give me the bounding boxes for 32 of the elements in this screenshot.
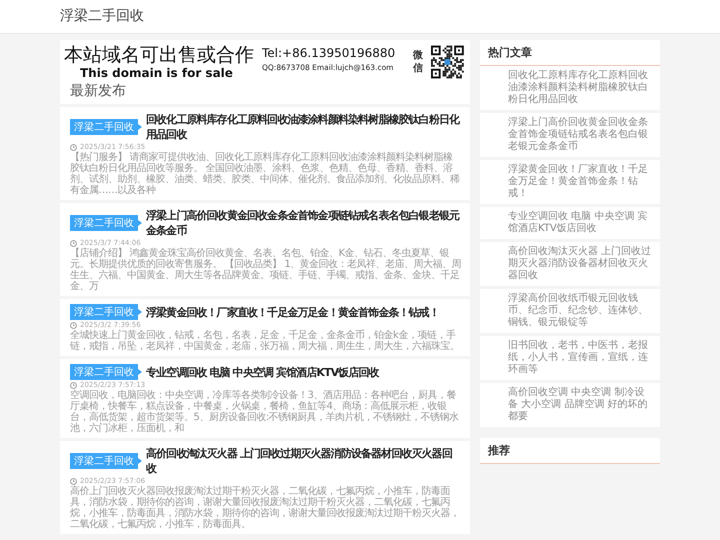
hot-article-link[interactable]: 浮梁高价回收纸币银元回收钱币、纪念币、纪念钞、连体钞、铜钱、银元银锭等 <box>480 289 660 336</box>
clock-icon <box>70 240 77 246</box>
hot-article-link[interactable]: 回收化工原料库存化工原料回收油漆涂料颜料染料树脂橡胶钛白粉日化用品回收 <box>480 66 660 113</box>
article-title[interactable]: 高价回收淘汰灭火器 上门回收过期灭火器消防设备器材回收灭火器回收 <box>146 446 462 476</box>
qr-code-icon <box>431 45 464 79</box>
hot-article-link[interactable]: 浮梁黄金回收！厂家直收！千足金万足金！黄金首饰金条！钻戒！ <box>480 160 660 207</box>
hot-article-link[interactable]: 旧书回收，老书，中医书，老报纸，小人书，宣传画，宣纸，连环画等 <box>480 336 660 383</box>
hot-article-link[interactable]: 高价回收淘汰灭火器 上门回收过期灭火器消防设备器材回收灭火器回收 <box>480 242 660 289</box>
clock-icon <box>70 322 77 328</box>
banner-subline: This domain is for sale <box>80 66 234 80</box>
banner-headline: 本站域名可出售或合作 <box>64 44 254 66</box>
hot-article-link[interactable]: 浮梁上门高价回收黄金回收金条金首饰金项链钻戒名表名包白银老银元金条金币 <box>480 113 660 160</box>
panel-heading: 热门文章 <box>480 40 660 66</box>
section-heading: 最新发布 <box>60 82 470 104</box>
article-title[interactable]: 浮梁上门高价回收黄金回收金条金首饰金项链钻戒名表名包白银老银元金条金币 <box>146 208 462 238</box>
hot-article-link[interactable]: 专业空调回收 电脑 中央空调 宾馆酒店KTV饭店回收 <box>480 207 660 242</box>
article-excerpt: 空调回收，电脑回收：中央空调，冷库等各类制冷设备！3、酒店用品：各种吧台，厨具，餐厅桌椅，快餐车，糕点设备，中餐桌，火锅桌，餐椅，鱼缸等4、商场：高低展示柜，收银台，高低货架，超市货架等。5、厨房设备回收:不锈钢厨具，羊肉片机，不锈钢灶，不锈钢水池，六门冰柜，压面机，和 <box>70 390 460 434</box>
clock-icon <box>70 478 77 484</box>
article-title[interactable]: 回收化工原料库存化工原料回收油漆涂料颜料染料树脂橡胶钛白粉日化用品回收 <box>146 112 462 142</box>
site-title[interactable]: 浮梁二手回收 <box>60 0 144 33</box>
clock-icon <box>70 382 77 388</box>
article-excerpt: 高价上门回收灭火器回收报废淘汰过期干粉灭火器，二氧化碳，七氟丙烷，小推车，防毒面具，消防水袋，期待你的咨询，谢谢大量回收报废淘汰过期干粉灭火器，二氧化碳，七氟丙烷，小推车，防毒面具，消防水袋，期待你的咨询，谢谢大量回收报废淘汰过期干粉灭火器，二氧化碳，七氟丙烷，小推车，防毒面具。 <box>70 486 460 530</box>
article-excerpt: 【热门服务】 请商家可提供收油、回收化工原料库存化工原料回收油漆涂料颜料染料树脂橡胶钛白粉日化用品回收等服务。 全国回收油墨、涂料、色浆、色精、色母、香精、香料、溶剂、试剂、助剂、橡胶、油类、蜡类、胶类、中间体、催化剂、食品添加剂、化妆品原料、稀有金属……以及各种 <box>70 152 460 196</box>
article-title[interactable]: 专业空调回收 电脑 中央空调 宾馆酒店KTV饭店回收 <box>146 364 462 380</box>
clock-icon <box>70 144 77 150</box>
article-excerpt: 全城快速上门黄金回收，钻戒，名包，名表，足金，千足金，金条金币，铂金k金，项链，手链，戒指，吊坠，老凤祥，中国黄金，老庙，张万福，周大福，周生生，周大生，六福珠宝。 <box>70 330 460 352</box>
panel-heading: 推荐 <box>480 438 660 464</box>
wechat-label: 微信 <box>413 49 424 75</box>
hot-article-link[interactable]: 高价回收空调 中央空调 制冷设备 大小空调 品牌空调 好的坏的都要 <box>480 383 660 430</box>
article-title[interactable]: 浮梁黄金回收！厂家直收！千足金万足金！黄金首饰金条！钻戒！ <box>146 304 462 320</box>
article-excerpt: 【店铺介绍】 鸿鑫黄金珠宝高价回收黄金、名表、名包、铂金、K金、钻石、冬虫夏草、银元。长期提供优质的回收寄售服务。 【回收品类】 1、黄金回收：老凤祥、老庙、周大福、周生生、六福、中国黄金、周大生等各品牌黄金。项链、手链、手镯、戒指、金条、金块、千足金、万 <box>70 248 462 292</box>
phone-number: Tel:+86.13950196880 <box>262 46 396 60</box>
